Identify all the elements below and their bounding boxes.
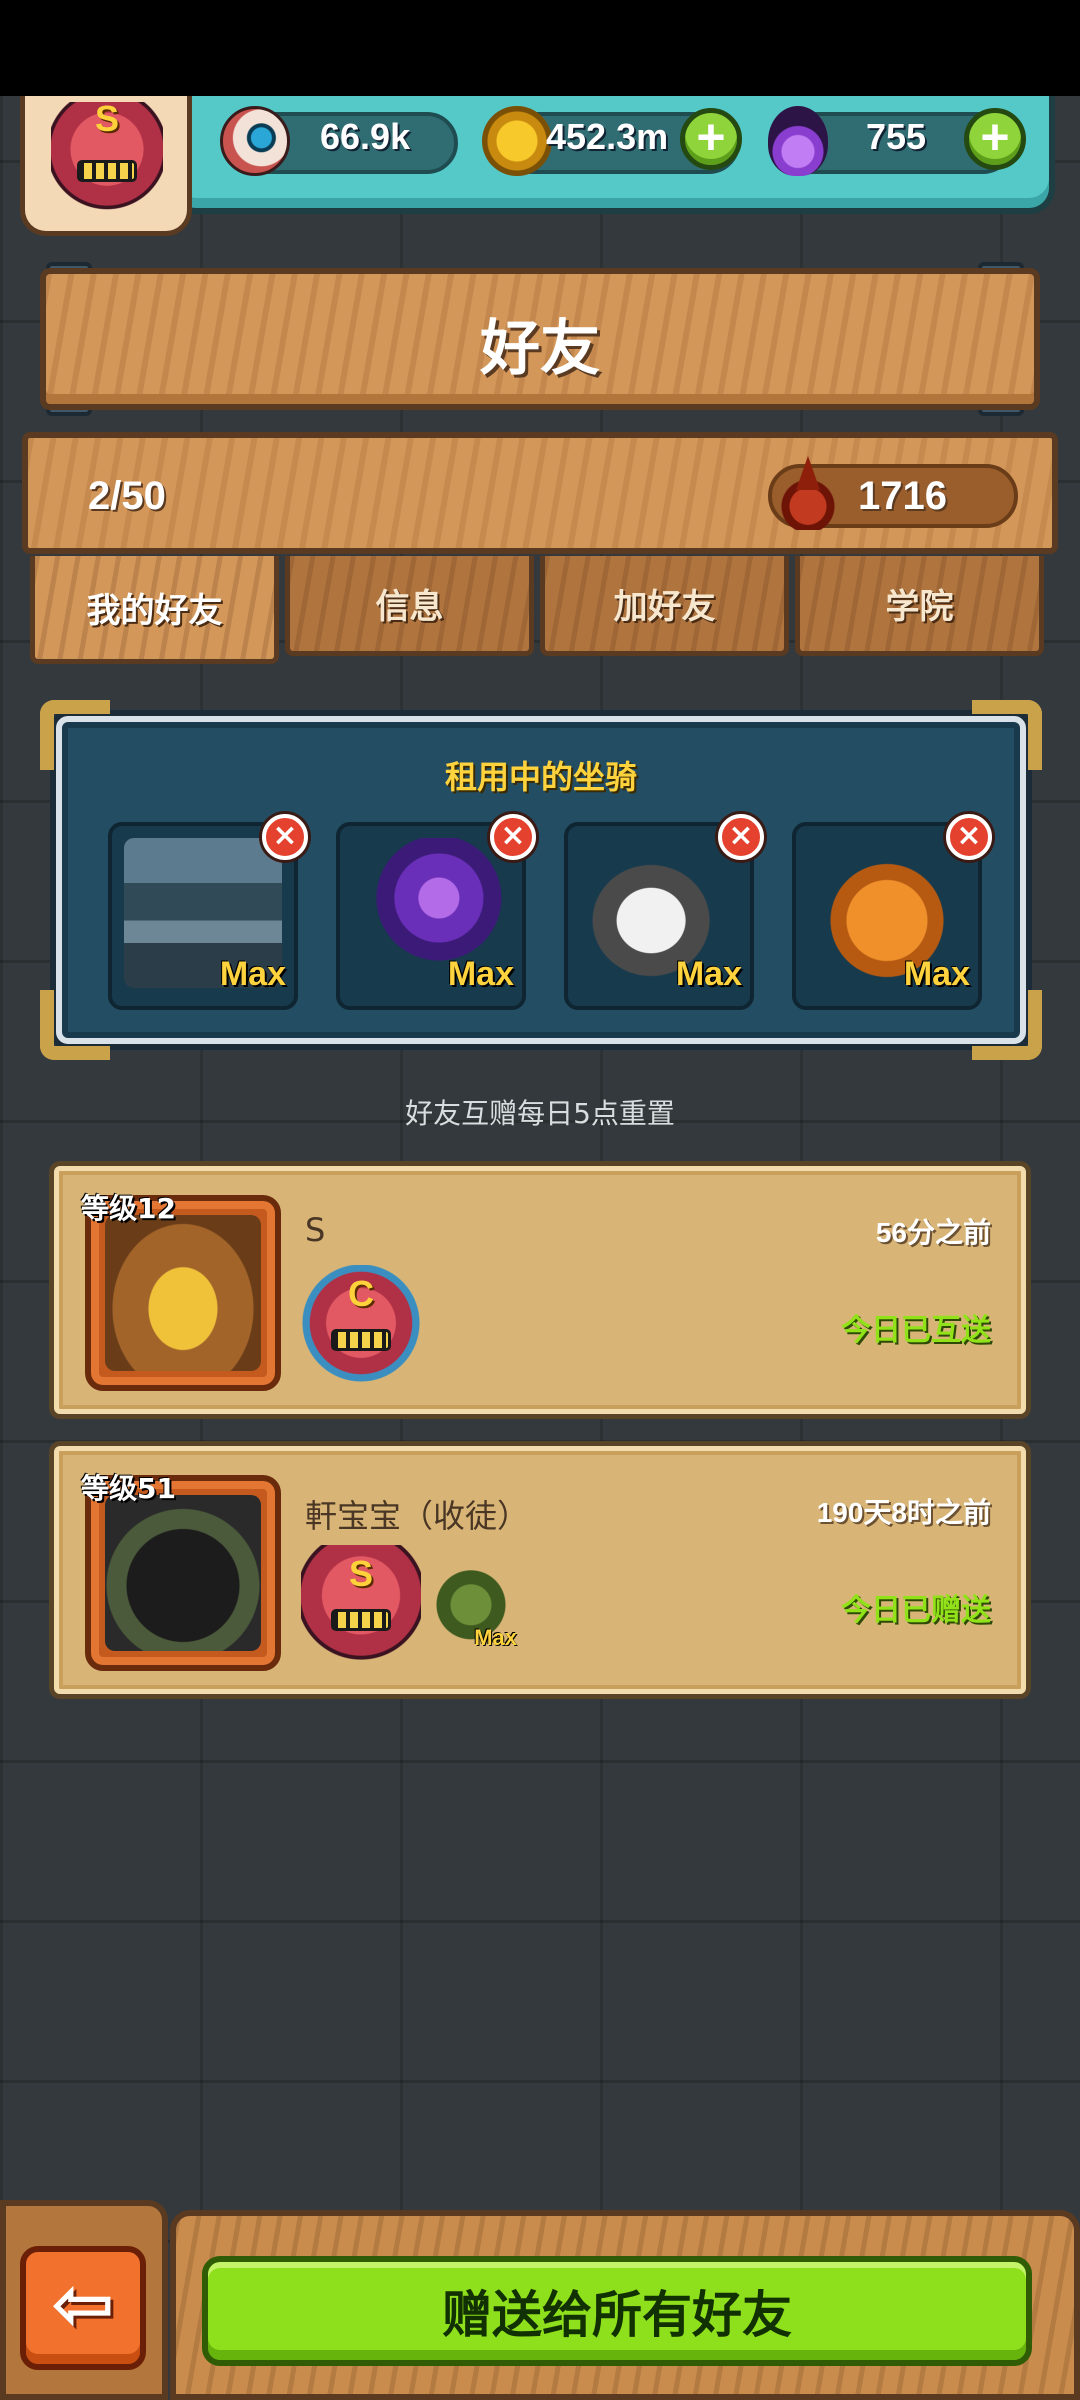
player-rank-badge[interactable]: S — [20, 96, 192, 236]
mount-max-label: Max — [675, 955, 742, 993]
mount-max-label: Max — [447, 955, 514, 993]
potions-value: 755 — [866, 116, 927, 157]
mount-max-label: Max — [903, 955, 970, 993]
friend-name: S — [305, 1211, 326, 1249]
rank-letter: S — [94, 98, 119, 139]
yak-monster-avatar-icon — [105, 1215, 261, 1371]
eyeball-icon — [220, 106, 290, 176]
mount-slot[interactable]: Max × — [108, 814, 308, 1010]
friend-mount-icon: Max — [429, 1567, 517, 1651]
coin-icon — [482, 106, 552, 176]
blood-points: 1716 — [858, 474, 947, 518]
add-potions-button[interactable]: + — [964, 108, 1026, 170]
currency-bar: 66.9k 452.3m + 755 + — [170, 96, 1055, 214]
coins-value: 452.3m — [546, 116, 669, 157]
friend-gift-status: 今日已赠送 — [841, 1593, 991, 1628]
rank-letter: C — [348, 1273, 374, 1314]
tab-bar: 我的好友 信息 加好友 学院 — [30, 556, 1050, 664]
close-icon[interactable]: × — [718, 814, 764, 860]
friend-rank-icon: C — [301, 1265, 421, 1391]
friend-last-seen: 190天8时之前 — [816, 1497, 991, 1528]
back-button[interactable]: ⇦ — [20, 2246, 146, 2370]
mounts-title: 租用中的坐骑 — [444, 758, 637, 796]
monster-teeth — [331, 1329, 391, 1351]
friend-card[interactable]: 等级12 S 56分之前 C 今日已互送 — [54, 1166, 1026, 1414]
add-coins-button[interactable]: + — [680, 108, 742, 170]
rank-letter: S — [348, 1553, 373, 1594]
friend-level: 等级51 — [81, 1472, 176, 1505]
mount-max-label: Max — [219, 955, 286, 993]
mount-max-label: Max — [474, 1625, 517, 1650]
tab-messages[interactable]: 信息 — [285, 556, 534, 656]
potion-icon — [768, 106, 828, 176]
gift-all-friends-button[interactable]: 赠送给所有好友 — [202, 2256, 1032, 2366]
mount-slot[interactable]: Max × — [792, 814, 992, 1010]
monster-teeth — [77, 160, 137, 182]
tab-academy[interactable]: 学院 — [795, 556, 1044, 656]
monster-rank-icon: S — [51, 98, 163, 220]
panel-corner — [40, 990, 110, 1060]
tab-add-friend[interactable]: 加好友 — [540, 556, 789, 656]
blood-drop-icon — [780, 456, 836, 530]
friend-card[interactable]: 等级51 軒宝宝（收徒） 190天8时之前 S Max 今日已赠送 — [54, 1446, 1026, 1694]
status-bar — [0, 0, 1080, 96]
monster-teeth — [331, 1609, 391, 1631]
panel-corner — [972, 990, 1042, 1060]
black-soldier-avatar-icon — [105, 1495, 261, 1651]
page-title: 好友 — [480, 314, 600, 384]
mount-slot[interactable]: Max × — [564, 814, 764, 1010]
mount-slot[interactable]: Max × — [336, 814, 536, 1010]
eyes-value: 66.9k — [320, 116, 411, 157]
friend-level: 等级12 — [81, 1192, 176, 1225]
tab-my-friends[interactable]: 我的好友 — [30, 556, 279, 664]
friend-name: 軒宝宝（收徒） — [305, 1497, 530, 1535]
close-icon[interactable]: × — [946, 814, 992, 860]
friend-gift-status: 今日已互送 — [841, 1313, 991, 1348]
reset-note: 好友互赠每日5点重置 — [405, 1097, 675, 1130]
close-icon[interactable]: × — [262, 814, 308, 860]
close-icon[interactable]: × — [490, 814, 536, 860]
friend-count: 2/50 — [88, 474, 166, 518]
title-plank: 好友 — [40, 268, 1040, 410]
friend-last-seen: 56分之前 — [875, 1217, 991, 1248]
counters-plank: 2/50 1716 — [22, 432, 1058, 554]
rented-mounts-panel: 租用中的坐骑 Max × Max × Max × Max × — [40, 700, 1042, 1060]
friend-rank-icon: S — [301, 1545, 421, 1671]
